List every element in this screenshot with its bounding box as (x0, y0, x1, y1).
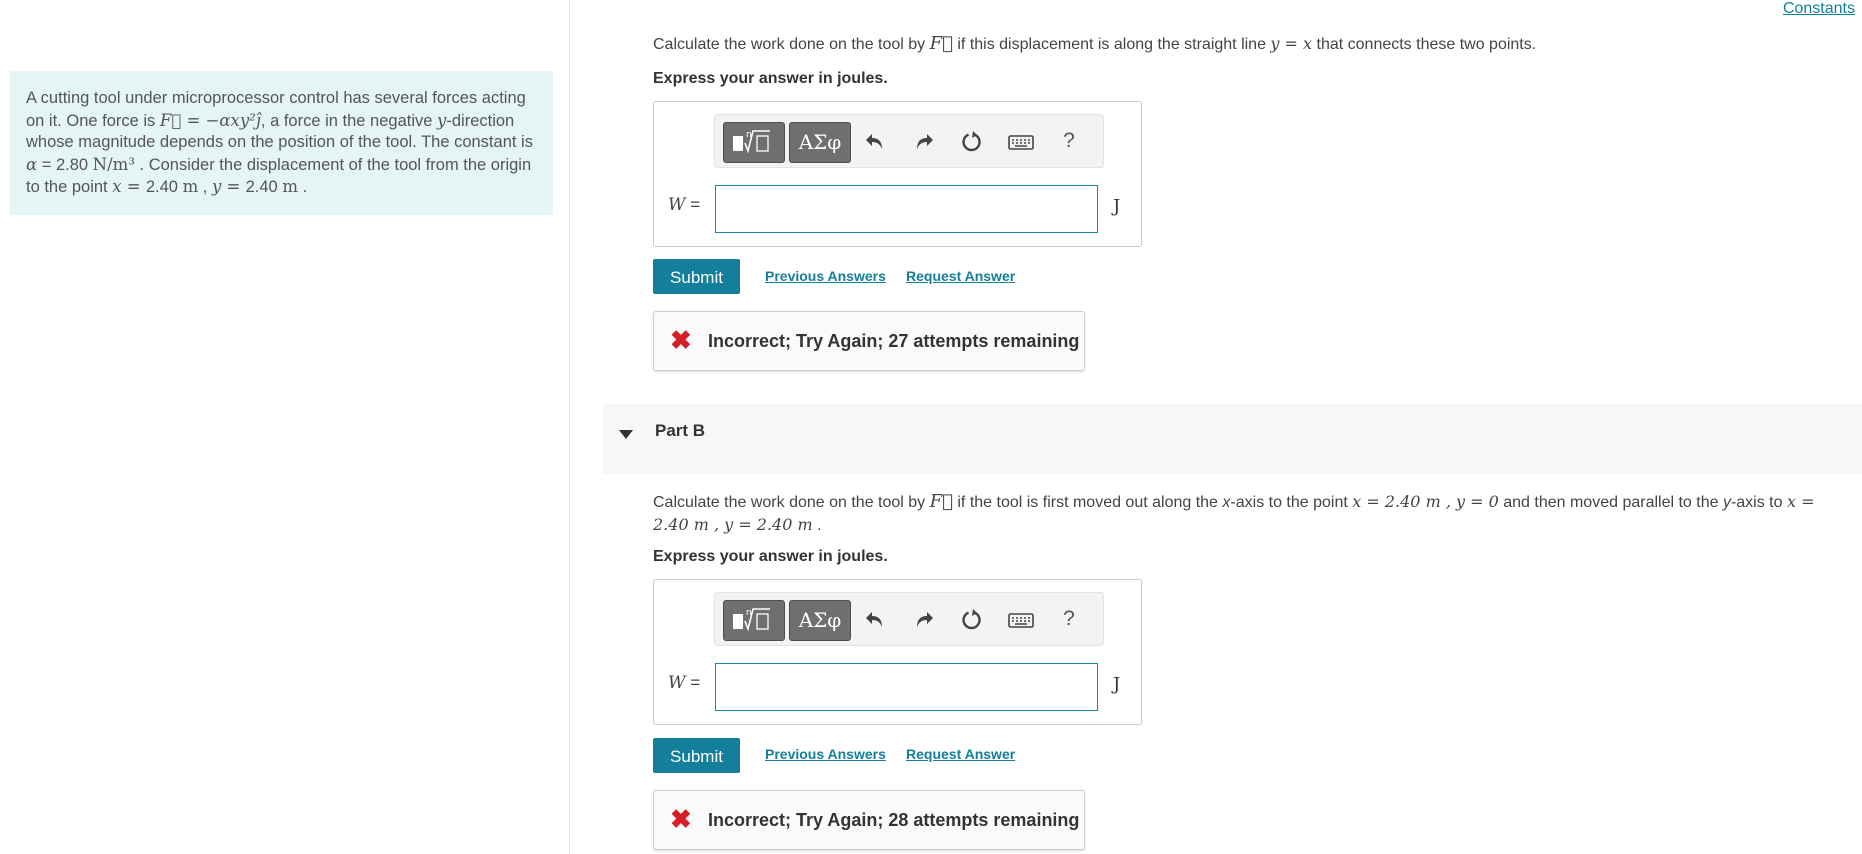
feedback-incorrect: ✖ Incorrect; Try Again; 28 attempts rema… (653, 790, 1085, 850)
y-value: 2.40 (245, 178, 283, 196)
problem-panel: A cutting tool under microprocessor cont… (0, 0, 570, 854)
x-unit: m (182, 177, 199, 196)
undo-icon[interactable] (861, 606, 889, 634)
part-b-question: Calculate the work done on the tool by F… (653, 491, 1848, 537)
previous-answers-link[interactable]: Previous Answers (765, 746, 886, 762)
y-var: y (437, 110, 447, 130)
greek-symbols-button[interactable]: ΑΣφ (789, 122, 851, 163)
submit-button[interactable]: Submit (653, 738, 740, 773)
x-eq: x = (112, 177, 146, 196)
question-text: if this displacement is along the straig… (952, 36, 1271, 53)
part-a-answer-box: n ΑΣφ ? W = J (653, 101, 1142, 247)
error-x-icon: ✖ (670, 804, 692, 834)
question-text: that connects these two points. (1312, 36, 1537, 53)
templates-button[interactable]: n (723, 122, 785, 163)
part-title: Part B (655, 421, 706, 440)
question-text: . (812, 517, 822, 534)
error-x-icon: ✖ (670, 325, 692, 355)
question-text: if the tool is first moved out along the (952, 494, 1223, 511)
equals: = (685, 195, 701, 214)
part-b-express: Express your answer in joules. (653, 548, 888, 565)
math-toolbar: n ΑΣφ ? (714, 114, 1104, 168)
question-text: -axis to the point (1230, 494, 1353, 511)
math-toolbar: n ΑΣφ ? (714, 592, 1104, 646)
w-var: W (668, 673, 686, 693)
redo-icon[interactable] (910, 606, 938, 634)
request-answer-link[interactable]: Request Answer (906, 746, 1015, 762)
x-value: 2.40 (145, 178, 183, 196)
feedback-incorrect: ✖ Incorrect; Try Again; 27 attempts rema… (653, 311, 1085, 371)
keyboard-icon[interactable] (1007, 606, 1035, 634)
answer-variable-label: W = (668, 673, 700, 693)
answer-input[interactable] (715, 663, 1098, 711)
point-1: x = 2.40 m , y = 0 (1352, 492, 1499, 511)
force-vector: F⃗ (929, 491, 953, 512)
y-eq: y = (211, 177, 246, 196)
help-icon[interactable]: ? (1055, 127, 1083, 155)
part-a-question: Calculate the work done on the tool by F… (653, 33, 1536, 56)
undo-icon[interactable] (861, 128, 889, 156)
constants-link[interactable]: Constants (1783, 0, 1855, 18)
answer-variable-label: W = (668, 195, 700, 215)
previous-answers-link[interactable]: Previous Answers (765, 268, 886, 284)
part-b-header[interactable]: Part B (603, 404, 1862, 474)
part-a-express: Express your answer in joules. (653, 70, 888, 87)
problem-text: , a force in the negative (260, 111, 438, 130)
greek-symbols-button[interactable]: ΑΣφ (789, 600, 851, 641)
separator: , (198, 178, 212, 196)
force-equation: F⃗ = −αxy²ĵ (159, 110, 261, 130)
unit-label: J (1113, 674, 1121, 695)
question-text: Calculate the work done on the tool by (653, 36, 930, 53)
help-icon[interactable]: ? (1055, 605, 1083, 633)
question-text: -axis to (1730, 494, 1787, 511)
w-var: W (668, 195, 686, 215)
collapse-arrow-icon[interactable] (619, 430, 633, 439)
alpha-unit: N/m³ (92, 154, 135, 174)
y-axis-var: y (1722, 494, 1731, 511)
redo-icon[interactable] (910, 128, 938, 156)
question-text: and then moved parallel to the (1498, 494, 1723, 511)
alpha-value: = 2.80 (37, 155, 93, 174)
unit-label: J (1113, 196, 1121, 217)
alpha-symbol: α (26, 154, 38, 174)
equals: = (685, 673, 701, 692)
problem-text: . (297, 178, 308, 196)
templates-icon: n (733, 608, 770, 632)
line-equation: y = x (1270, 34, 1313, 53)
question-text: Calculate the work done on the tool by (653, 494, 930, 511)
feedback-text: Incorrect; Try Again; 28 attempts remain… (708, 810, 1080, 830)
y-unit: m (282, 177, 298, 196)
problem-statement: A cutting tool under microprocessor cont… (10, 71, 553, 215)
templates-button[interactable]: n (723, 600, 785, 641)
feedback-text: Incorrect; Try Again; 27 attempts remain… (708, 331, 1080, 351)
reset-icon[interactable] (958, 606, 986, 634)
answer-input[interactable] (715, 185, 1098, 233)
part-b-answer-box: n ΑΣφ ? W = J (653, 579, 1142, 725)
request-answer-link[interactable]: Request Answer (906, 268, 1015, 284)
reset-icon[interactable] (958, 128, 986, 156)
templates-icon: n (733, 130, 770, 154)
keyboard-icon[interactable] (1007, 128, 1035, 156)
force-vector: F⃗ (929, 33, 953, 54)
submit-button[interactable]: Submit (653, 259, 740, 294)
